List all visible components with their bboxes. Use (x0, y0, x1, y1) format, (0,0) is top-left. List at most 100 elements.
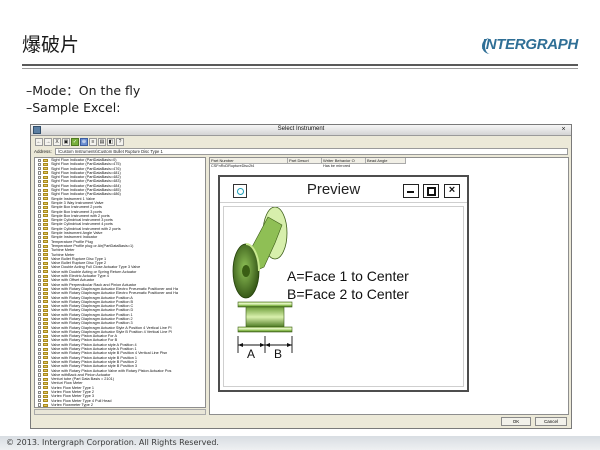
toolbar-button[interactable]: ▤ (98, 138, 106, 146)
expand-icon[interactable] (38, 232, 41, 235)
expand-icon[interactable] (38, 403, 41, 406)
tree-horizontal-scrollbar[interactable] (34, 409, 206, 415)
instrument-tree[interactable]: Sight Flow Indicator (PartDataBasis=0)Si… (34, 157, 206, 408)
expand-icon[interactable] (38, 206, 41, 209)
expand-icon[interactable] (38, 189, 41, 192)
expand-icon[interactable] (38, 386, 41, 389)
expand-icon[interactable] (38, 223, 41, 226)
address-field[interactable]: \Custom Instruments\Custom Bullet Ruptur… (55, 148, 568, 155)
toolbar-button[interactable]: ? (116, 138, 124, 146)
expand-icon[interactable] (38, 292, 41, 295)
expand-icon[interactable] (38, 201, 41, 204)
expand-icon[interactable] (38, 163, 41, 166)
folder-icon (43, 257, 48, 260)
expand-icon[interactable] (38, 257, 41, 260)
expand-icon[interactable] (38, 193, 41, 196)
expand-icon[interactable] (38, 356, 41, 359)
folder-icon (43, 378, 48, 381)
folder-icon (43, 309, 48, 312)
expand-icon[interactable] (38, 249, 41, 252)
expand-icon[interactable] (38, 343, 41, 346)
expand-icon[interactable] (38, 266, 41, 269)
expand-icon[interactable] (38, 240, 41, 243)
folder-icon (43, 352, 48, 355)
expand-icon[interactable] (38, 184, 41, 187)
expand-icon[interactable] (38, 227, 41, 230)
toolbar-button[interactable]: ⊕ (80, 138, 88, 146)
tree-item[interactable]: Wedge Flow Element (35, 407, 205, 408)
folder-icon (43, 386, 48, 389)
expand-icon[interactable] (38, 335, 41, 338)
expand-icon[interactable] (38, 176, 41, 179)
expand-icon[interactable] (38, 296, 41, 299)
expand-icon[interactable] (38, 283, 41, 286)
expand-icon[interactable] (38, 214, 41, 217)
folder-icon (43, 184, 48, 187)
expand-icon[interactable] (38, 197, 41, 200)
folder-icon (43, 189, 48, 192)
expand-icon[interactable] (38, 317, 41, 320)
expand-icon[interactable] (38, 167, 41, 170)
expand-icon[interactable] (38, 352, 41, 355)
expand-icon[interactable] (38, 279, 41, 282)
toolbar-button[interactable]: → (44, 138, 52, 146)
close-icon[interactable]: × (558, 125, 569, 134)
expand-icon[interactable] (38, 348, 41, 351)
close-icon[interactable]: × (444, 184, 460, 198)
bullet-sample-excel: –Sample Excel: (26, 100, 120, 115)
expand-icon[interactable] (38, 253, 41, 256)
expand-icon[interactable] (38, 219, 41, 222)
toolbar-button[interactable]: ← (35, 138, 43, 146)
toolbar-button[interactable]: ▣ (62, 138, 70, 146)
expand-icon[interactable] (38, 210, 41, 213)
expand-icon[interactable] (38, 382, 41, 385)
folder-icon (43, 348, 48, 351)
expand-icon[interactable] (38, 365, 41, 368)
folder-icon (43, 193, 48, 196)
expand-icon[interactable] (38, 326, 41, 329)
expand-icon[interactable] (38, 171, 41, 174)
maximize-icon[interactable] (423, 184, 439, 198)
folder-icon (43, 305, 48, 308)
table-row[interactable]: CSFnRcDRuptureDisc2t4 Has be mirrored (210, 164, 568, 169)
toolbar-button[interactable]: ✓ (71, 138, 79, 146)
toolbar-button[interactable]: X (53, 138, 61, 146)
expand-icon[interactable] (38, 322, 41, 325)
expand-icon[interactable] (38, 330, 41, 333)
expand-icon[interactable] (38, 369, 41, 372)
address-label: Address: (34, 149, 52, 154)
expand-icon[interactable] (38, 360, 41, 363)
expand-icon[interactable] (38, 305, 41, 308)
expand-icon[interactable] (38, 300, 41, 303)
toolbar-button[interactable]: ◧ (107, 138, 115, 146)
expand-icon[interactable] (38, 391, 41, 394)
expand-icon[interactable] (38, 395, 41, 398)
expand-icon[interactable] (38, 399, 41, 402)
cancel-button[interactable]: Cancel (535, 417, 567, 426)
folder-icon (43, 159, 48, 162)
expand-icon[interactable] (38, 378, 41, 381)
toolbar-button[interactable]: ≡ (89, 138, 97, 146)
bullet-mode: –Mode：On the fly (26, 80, 140, 99)
expand-icon[interactable] (38, 275, 41, 278)
expand-icon[interactable] (38, 313, 41, 316)
expand-icon[interactable] (38, 309, 41, 312)
expand-icon[interactable] (38, 270, 41, 273)
folder-icon (43, 343, 48, 346)
folder-icon (43, 214, 48, 217)
ok-button[interactable]: OK (501, 417, 531, 426)
folder-icon (43, 180, 48, 183)
folder-icon (43, 283, 48, 286)
expand-icon[interactable] (38, 236, 41, 239)
folder-icon (43, 335, 48, 338)
minimize-icon[interactable] (403, 184, 419, 198)
expand-icon[interactable] (38, 287, 41, 290)
folder-icon (43, 318, 48, 321)
expand-icon[interactable] (38, 180, 41, 183)
expand-icon[interactable] (38, 373, 41, 376)
expand-icon[interactable] (38, 159, 41, 162)
expand-icon[interactable] (38, 244, 41, 247)
expand-icon[interactable] (38, 262, 41, 265)
expand-icon[interactable] (38, 339, 41, 342)
title-rule-thin (22, 68, 578, 69)
